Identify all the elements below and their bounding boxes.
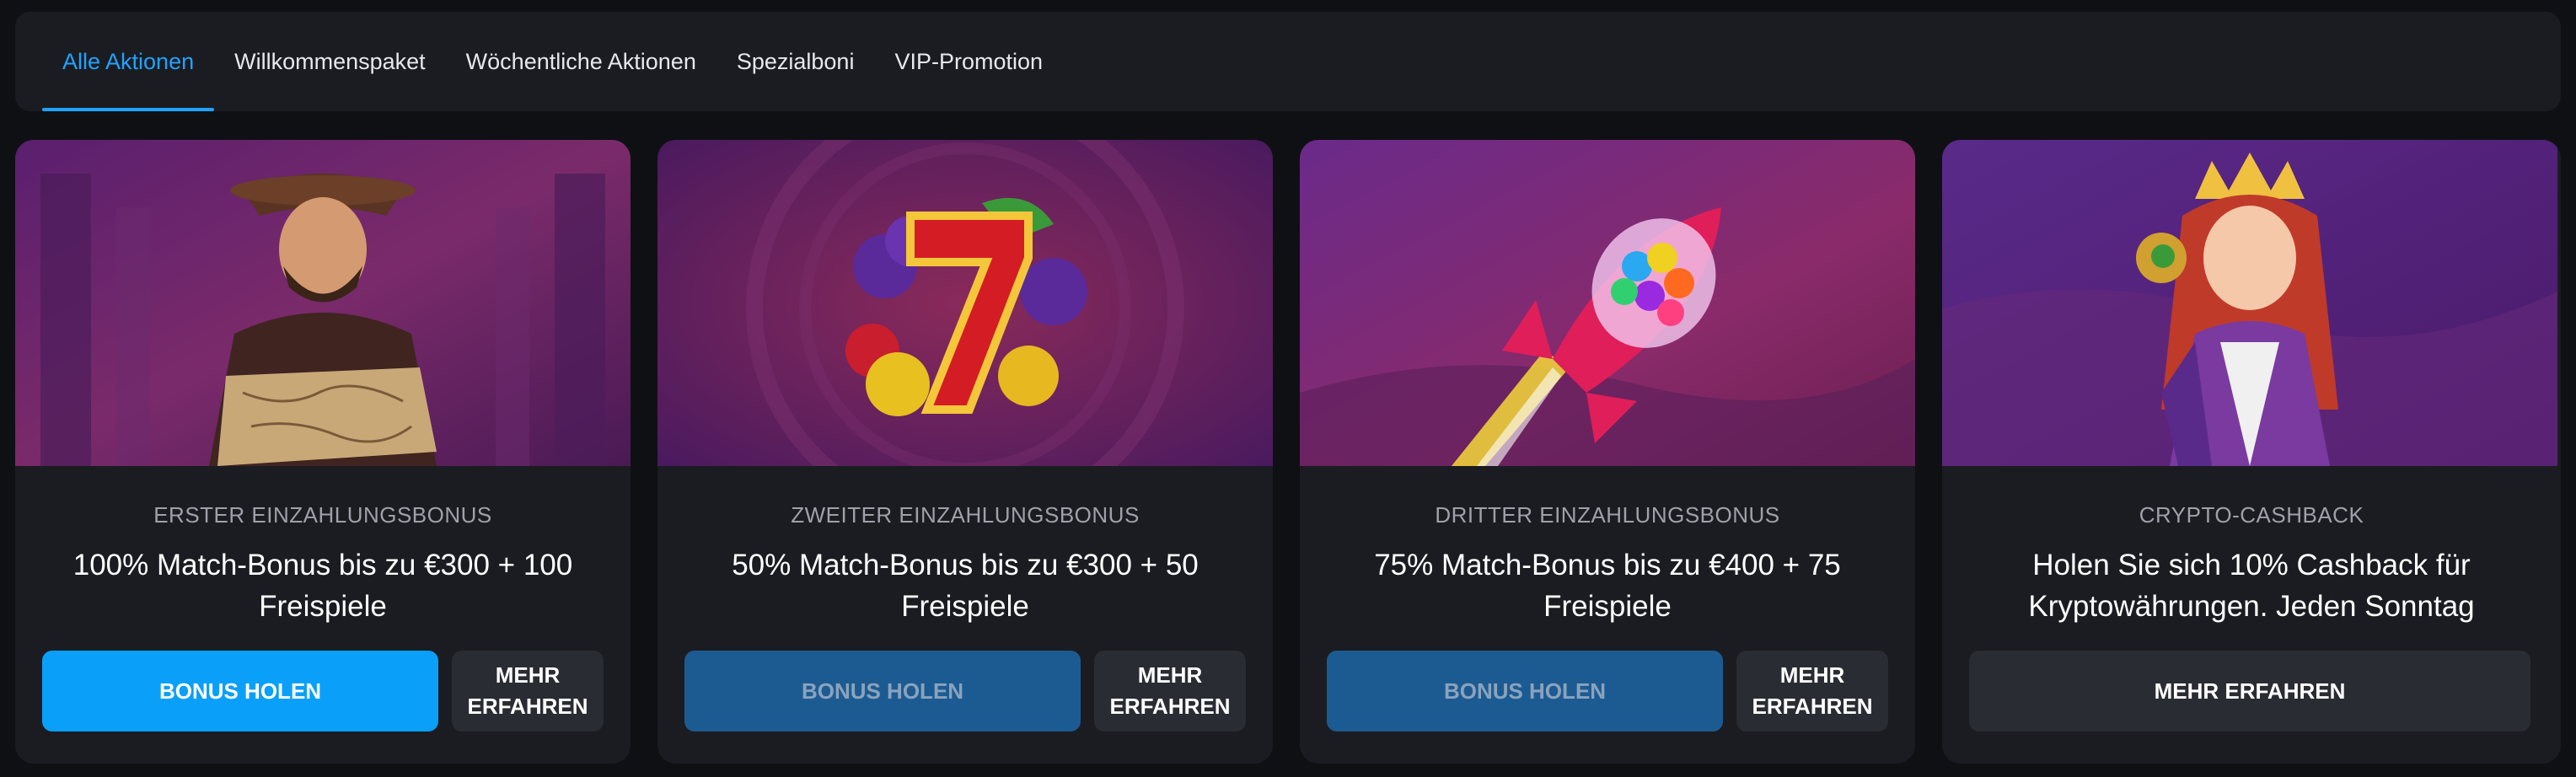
tab-vip-promotion[interactable]: VIP-Promotion [874, 12, 1063, 111]
mehr-erfahren-button[interactable]: MEHR ERFAHREN [452, 651, 604, 731]
promotion-tabs: Alle Aktionen Willkommenspaket Wöchentli… [15, 12, 2561, 111]
promo-card-first-deposit: ERSTER EINZAHLUNGSBONUS 100% Match-Bonus… [15, 140, 631, 764]
candy-rocket-image [1300, 140, 1915, 466]
card-title: 50% Match-Bonus bis zu €300 + 50 Freispi… [732, 549, 1199, 623]
card-subtitle: ZWEITER EINZAHLUNGSBONUS [791, 502, 1140, 528]
card-title: Holen Sie sich 10% Cashback für Kryptowä… [2028, 549, 2475, 623]
mehr-erfahren-button[interactable]: MEHR ERFAHREN [1969, 651, 2530, 731]
promo-card-crypto-cashback: CRYPTO-CASHBACK Holen Sie sich 10% Cashb… [1942, 140, 2561, 764]
crowned-queen-image [1942, 140, 2557, 466]
tab-alle-aktionen[interactable]: Alle Aktionen [42, 12, 215, 111]
card-subtitle: DRITTER EINZAHLUNGSBONUS [1435, 502, 1780, 528]
tab-spezialboni[interactable]: Spezialboni [716, 12, 875, 111]
promotion-cards: ERSTER EINZAHLUNGSBONUS 100% Match-Bonus… [15, 140, 2561, 764]
candy-rocket-illustration [1300, 140, 1915, 466]
lucky-seven-image [657, 140, 1273, 466]
cowboy-explorer-illustration [15, 140, 631, 466]
bonus-holen-button[interactable]: BONUS HOLEN [42, 651, 438, 731]
cowboy-explorer-image [15, 140, 631, 466]
lucky-seven-illustration [657, 140, 1273, 466]
card-subtitle: CRYPTO-CASHBACK [2139, 502, 2364, 528]
bonus-holen-button[interactable]: BONUS HOLEN [1327, 651, 1723, 731]
card-title: 100% Match-Bonus bis zu €300 + 100 Freis… [72, 549, 573, 623]
crowned-queen-illustration [1942, 140, 2557, 466]
card-title: 75% Match-Bonus bis zu €400 + 75 Freispi… [1374, 549, 1841, 623]
promo-card-third-deposit: DRITTER EINZAHLUNGSBONUS 75% Match-Bonus… [1300, 140, 1915, 764]
mehr-erfahren-button[interactable]: MEHR ERFAHREN [1094, 651, 1246, 731]
tab-willkommenspaket[interactable]: Willkommenspaket [214, 12, 446, 111]
tab-woechentliche-aktionen[interactable]: Wöchentliche Aktionen [446, 12, 716, 111]
mehr-erfahren-button[interactable]: MEHR ERFAHREN [1736, 651, 1888, 731]
bonus-holen-button[interactable]: BONUS HOLEN [684, 651, 1081, 731]
card-subtitle: ERSTER EINZAHLUNGSBONUS [153, 502, 492, 528]
promo-card-second-deposit: ZWEITER EINZAHLUNGSBONUS 50% Match-Bonus… [657, 140, 1273, 764]
